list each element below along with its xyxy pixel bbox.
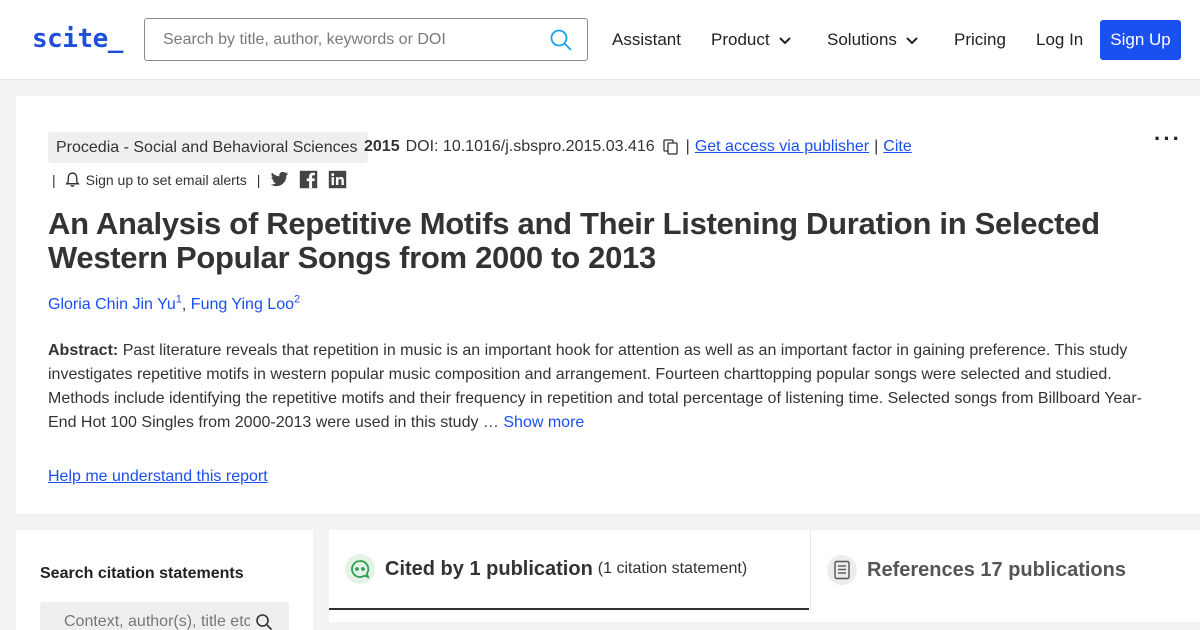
divider: | (256, 171, 261, 188)
social-share (270, 170, 347, 189)
facebook-icon[interactable] (299, 170, 318, 189)
tab-cited-count: (1 citation statement) (597, 560, 748, 577)
journal-badge[interactable]: Procedia - Social and Behavioral Science… (48, 132, 368, 163)
linkedin-icon[interactable] (328, 170, 347, 189)
signup-button[interactable]: Sign Up (1100, 20, 1181, 60)
tab-references-label: References 17 publications (867, 558, 1126, 581)
bell-icon[interactable] (64, 171, 81, 188)
citation-search-panel: Search citation statements (16, 530, 313, 630)
get-access-link[interactable]: Get access via publisher (695, 138, 869, 156)
show-more-link[interactable]: Show more (503, 414, 584, 431)
nav-login[interactable]: Log In (1036, 30, 1083, 50)
doi-text: DOI: 10.1016/j.sbspro.2015.03.416 (405, 138, 655, 155)
nav-product[interactable]: Product (711, 30, 792, 50)
copy-icon[interactable] (663, 139, 679, 155)
citation-search-input[interactable] (40, 602, 250, 630)
more-options-icon[interactable]: ··· (1154, 126, 1182, 152)
citation-search-box[interactable] (40, 602, 289, 630)
tabs-divider (329, 622, 1200, 630)
citation-tabs: Cited by 1 publication (1 citation state… (329, 530, 1200, 630)
author-link[interactable]: Fung Ying Loo2 (191, 294, 300, 313)
email-alerts-link[interactable]: Sign up to set email alerts (86, 172, 247, 188)
scite-logo[interactable]: scite_ (32, 24, 123, 54)
alerts-social-line: | Sign up to set email alerts | (52, 170, 347, 189)
nav-pricing[interactable]: Pricing (954, 30, 1006, 50)
nav-solutions[interactable]: Solutions (827, 30, 919, 50)
nav-assistant[interactable]: Assistant (612, 30, 681, 50)
abstract-label: Abstract: (48, 342, 119, 359)
main-search-input[interactable] (145, 19, 535, 60)
author-link[interactable]: Gloria Chin Jin Yu1 (48, 294, 182, 313)
publication-year: 2015 (364, 138, 400, 155)
author-separator: , (181, 296, 191, 314)
tab-cited-label: Cited by 1 publication (385, 557, 593, 580)
tab-cited-by[interactable]: Cited by 1 publication (1 citation state… (329, 530, 809, 610)
divider: | (52, 171, 56, 188)
tab-references[interactable]: References 17 publications (810, 530, 1200, 610)
help-understand-link[interactable]: Help me understand this report (48, 468, 268, 486)
document-icon (827, 555, 857, 585)
abstract: Abstract: Past literature reveals that r… (48, 339, 1168, 435)
paper-meta: 2015 DOI: 10.1016/j.sbspro.2015.03.416 |… (364, 138, 912, 156)
speech-bubble-icon (345, 554, 375, 584)
chevron-down-icon (906, 37, 918, 45)
chevron-down-icon (778, 37, 791, 45)
citation-search-title: Search citation statements (40, 565, 244, 582)
main-search-box[interactable] (144, 18, 588, 61)
abstract-text: Past literature reveals that repetition … (48, 342, 1142, 431)
paper-title: An Analysis of Repetitive Motifs and The… (48, 206, 1100, 275)
divider: | (874, 138, 879, 155)
paper-card: Procedia - Social and Behavioral Science… (16, 96, 1200, 514)
divider: | (685, 138, 690, 155)
search-icon[interactable] (255, 613, 273, 630)
top-header: scite_ Assistant Product Solutions Prici… (0, 0, 1200, 80)
cite-link[interactable]: Cite (883, 138, 911, 156)
twitter-icon[interactable] (270, 170, 289, 189)
author-list: Gloria Chin Jin Yu1, Fung Ying Loo2 (48, 294, 300, 314)
search-icon[interactable] (549, 28, 573, 52)
